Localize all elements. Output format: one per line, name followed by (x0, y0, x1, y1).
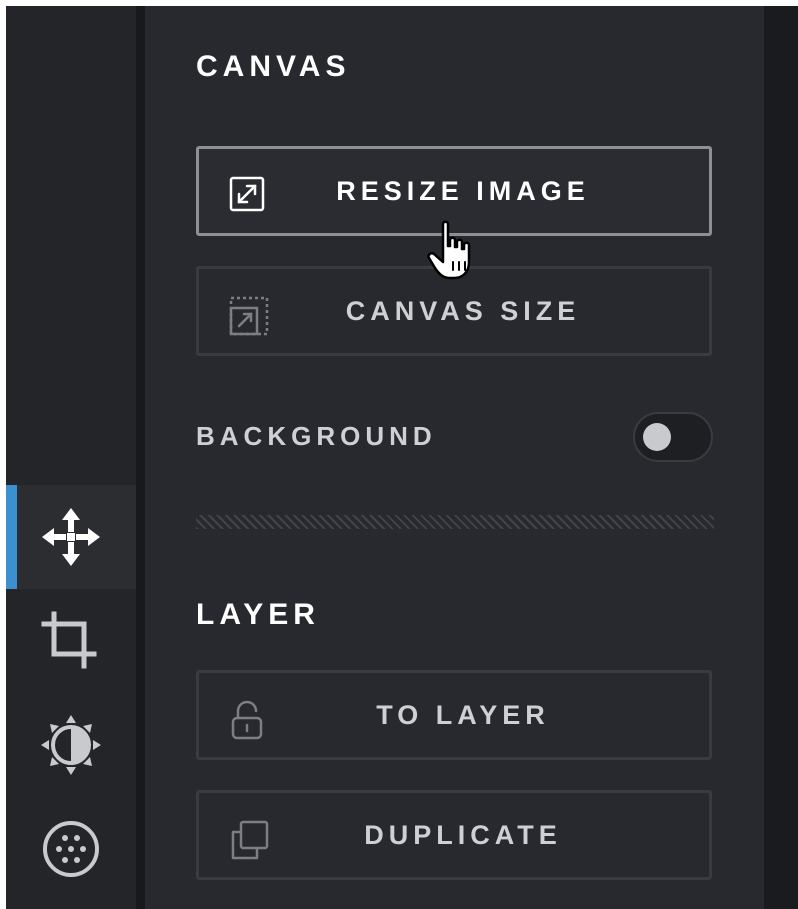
crop-icon (40, 610, 102, 672)
move-icon (40, 506, 102, 568)
editor-panel: CANVAS RESIZE IMAGE CANVAS SIZE BACKGROU… (6, 6, 798, 909)
layer-section-title: LAYER (196, 598, 320, 631)
background-label: BACKGROUND (196, 421, 437, 451)
hand-cursor-icon (426, 220, 476, 287)
to-layer-label: TO LAYER (376, 699, 550, 730)
brightness-icon (39, 713, 103, 777)
texture-icon (40, 818, 102, 880)
unlock-icon (229, 700, 265, 745)
to-layer-button[interactable]: TO LAYER (196, 670, 712, 760)
resize-image-label: RESIZE IMAGE (336, 175, 590, 206)
tool-texture[interactable] (6, 797, 136, 901)
duplicate-label: DUPLICATE (364, 819, 562, 850)
panel-edge (764, 6, 798, 909)
tool-crop[interactable] (6, 589, 136, 693)
duplicate-icon (229, 820, 269, 865)
active-indicator (6, 485, 17, 589)
duplicate-button[interactable]: DUPLICATE (196, 790, 712, 880)
toggle-knob (643, 423, 671, 451)
resize-icon (229, 176, 265, 217)
section-separator (196, 515, 714, 529)
tool-adjust[interactable] (6, 693, 136, 797)
canvas-section-title: CANVAS (196, 50, 351, 83)
background-toggle[interactable] (633, 412, 713, 462)
canvas-size-label: CANVAS SIZE (345, 295, 581, 326)
tool-move[interactable] (6, 485, 136, 589)
canvas-size-icon (229, 296, 269, 341)
tool-rail (6, 6, 136, 909)
panel-divider (136, 6, 145, 909)
